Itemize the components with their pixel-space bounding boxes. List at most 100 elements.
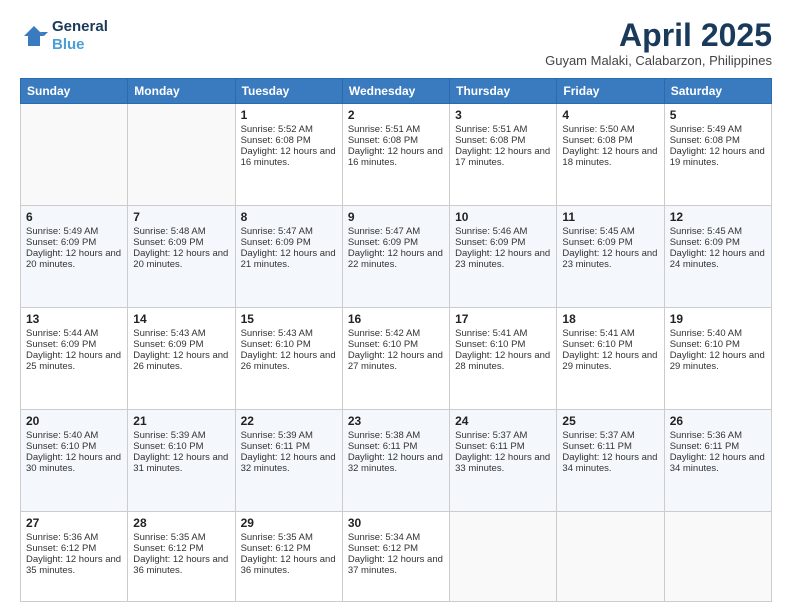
day-info: Daylight: 12 hours and 34 minutes. <box>670 452 766 474</box>
day-info: Daylight: 12 hours and 19 minutes. <box>670 146 766 168</box>
table-row: 23Sunrise: 5:38 AMSunset: 6:11 PMDayligh… <box>342 409 449 511</box>
day-info: Daylight: 12 hours and 24 minutes. <box>670 248 766 270</box>
col-header-saturday: Saturday <box>664 79 771 104</box>
day-number: 12 <box>670 210 766 224</box>
table-row: 3Sunrise: 5:51 AMSunset: 6:08 PMDaylight… <box>450 104 557 206</box>
table-row: 4Sunrise: 5:50 AMSunset: 6:08 PMDaylight… <box>557 104 664 206</box>
day-info: Daylight: 12 hours and 22 minutes. <box>348 248 444 270</box>
day-number: 29 <box>241 516 337 530</box>
day-info: Daylight: 12 hours and 27 minutes. <box>348 350 444 372</box>
table-row: 17Sunrise: 5:41 AMSunset: 6:10 PMDayligh… <box>450 307 557 409</box>
header: General Blue April 2025 Guyam Malaki, Ca… <box>20 18 772 68</box>
day-number: 24 <box>455 414 551 428</box>
day-info: Sunset: 6:11 PM <box>348 441 444 452</box>
day-info: Daylight: 12 hours and 21 minutes. <box>241 248 337 270</box>
table-row <box>664 511 771 601</box>
day-info: Sunrise: 5:45 AM <box>670 226 766 237</box>
day-info: Sunrise: 5:41 AM <box>455 328 551 339</box>
day-info: Sunrise: 5:47 AM <box>241 226 337 237</box>
day-number: 13 <box>26 312 122 326</box>
day-number: 23 <box>348 414 444 428</box>
day-info: Sunrise: 5:43 AM <box>241 328 337 339</box>
day-number: 14 <box>133 312 229 326</box>
day-number: 6 <box>26 210 122 224</box>
day-info: Sunset: 6:09 PM <box>133 339 229 350</box>
day-info: Daylight: 12 hours and 16 minutes. <box>348 146 444 168</box>
table-row: 29Sunrise: 5:35 AMSunset: 6:12 PMDayligh… <box>235 511 342 601</box>
day-info: Sunset: 6:11 PM <box>562 441 658 452</box>
day-info: Daylight: 12 hours and 34 minutes. <box>562 452 658 474</box>
day-info: Sunset: 6:08 PM <box>348 135 444 146</box>
col-header-thursday: Thursday <box>450 79 557 104</box>
day-info: Sunrise: 5:37 AM <box>562 430 658 441</box>
day-info: Sunrise: 5:45 AM <box>562 226 658 237</box>
calendar-table: SundayMondayTuesdayWednesdayThursdayFrid… <box>20 78 772 602</box>
table-row: 13Sunrise: 5:44 AMSunset: 6:09 PMDayligh… <box>21 307 128 409</box>
day-info: Sunset: 6:08 PM <box>562 135 658 146</box>
col-header-sunday: Sunday <box>21 79 128 104</box>
day-info: Sunset: 6:10 PM <box>348 339 444 350</box>
table-row: 11Sunrise: 5:45 AMSunset: 6:09 PMDayligh… <box>557 206 664 308</box>
day-info: Sunset: 6:09 PM <box>241 237 337 248</box>
day-info: Sunrise: 5:43 AM <box>133 328 229 339</box>
day-info: Sunset: 6:09 PM <box>133 237 229 248</box>
day-info: Sunset: 6:10 PM <box>455 339 551 350</box>
day-number: 27 <box>26 516 122 530</box>
day-number: 4 <box>562 108 658 122</box>
day-info: Sunset: 6:10 PM <box>26 441 122 452</box>
col-header-wednesday: Wednesday <box>342 79 449 104</box>
day-info: Daylight: 12 hours and 23 minutes. <box>562 248 658 270</box>
day-info: Daylight: 12 hours and 36 minutes. <box>241 554 337 576</box>
day-info: Sunset: 6:08 PM <box>455 135 551 146</box>
day-number: 8 <box>241 210 337 224</box>
day-info: Daylight: 12 hours and 31 minutes. <box>133 452 229 474</box>
day-info: Sunrise: 5:51 AM <box>348 124 444 135</box>
day-info: Sunrise: 5:38 AM <box>348 430 444 441</box>
day-info: Sunrise: 5:46 AM <box>455 226 551 237</box>
day-number: 22 <box>241 414 337 428</box>
col-header-monday: Monday <box>128 79 235 104</box>
table-row: 18Sunrise: 5:41 AMSunset: 6:10 PMDayligh… <box>557 307 664 409</box>
day-number: 1 <box>241 108 337 122</box>
table-row: 8 Sunrise: 5:47 AMSunset: 6:09 PMDaylight… <box>235 206 342 308</box>
day-info: Daylight: 12 hours and 26 minutes. <box>241 350 337 372</box>
day-info: Sunset: 6:11 PM <box>241 441 337 452</box>
day-number: 9 <box>348 210 444 224</box>
title-block: April 2025 Guyam Malaki, Calabarzon, Phi… <box>545 18 772 68</box>
table-row <box>450 511 557 601</box>
day-info: Daylight: 12 hours and 20 minutes. <box>133 248 229 270</box>
day-info: Daylight: 12 hours and 32 minutes. <box>241 452 337 474</box>
table-row: 9 Sunrise: 5:47 AMSunset: 6:09 PMDaylight… <box>342 206 449 308</box>
col-header-friday: Friday <box>557 79 664 104</box>
table-row: 19Sunrise: 5:40 AMSunset: 6:10 PMDayligh… <box>664 307 771 409</box>
day-info: Sunrise: 5:39 AM <box>241 430 337 441</box>
table-row: 15Sunrise: 5:43 AMSunset: 6:10 PMDayligh… <box>235 307 342 409</box>
table-row: 25Sunrise: 5:37 AMSunset: 6:11 PMDayligh… <box>557 409 664 511</box>
day-number: 21 <box>133 414 229 428</box>
day-info: Sunset: 6:09 PM <box>348 237 444 248</box>
day-info: Sunset: 6:11 PM <box>670 441 766 452</box>
day-number: 15 <box>241 312 337 326</box>
table-row: 1Sunrise: 5:52 AMSunset: 6:08 PMDaylight… <box>235 104 342 206</box>
day-info: Daylight: 12 hours and 25 minutes. <box>26 350 122 372</box>
table-row: 2Sunrise: 5:51 AMSunset: 6:08 PMDaylight… <box>342 104 449 206</box>
day-number: 28 <box>133 516 229 530</box>
day-info: Daylight: 12 hours and 26 minutes. <box>133 350 229 372</box>
table-row: 21Sunrise: 5:39 AMSunset: 6:10 PMDayligh… <box>128 409 235 511</box>
day-info: Sunrise: 5:49 AM <box>26 226 122 237</box>
logo-text: General Blue <box>52 18 108 54</box>
day-number: 20 <box>26 414 122 428</box>
day-info: Sunrise: 5:47 AM <box>348 226 444 237</box>
table-row: 28Sunrise: 5:35 AMSunset: 6:12 PMDayligh… <box>128 511 235 601</box>
day-number: 19 <box>670 312 766 326</box>
day-info: Sunrise: 5:41 AM <box>562 328 658 339</box>
day-info: Daylight: 12 hours and 17 minutes. <box>455 146 551 168</box>
day-info: Sunset: 6:10 PM <box>670 339 766 350</box>
day-number: 26 <box>670 414 766 428</box>
table-row: 24Sunrise: 5:37 AMSunset: 6:11 PMDayligh… <box>450 409 557 511</box>
day-number: 7 <box>133 210 229 224</box>
day-info: Sunset: 6:09 PM <box>455 237 551 248</box>
table-row: 26Sunrise: 5:36 AMSunset: 6:11 PMDayligh… <box>664 409 771 511</box>
page: General Blue April 2025 Guyam Malaki, Ca… <box>0 0 792 612</box>
day-info: Sunset: 6:10 PM <box>562 339 658 350</box>
